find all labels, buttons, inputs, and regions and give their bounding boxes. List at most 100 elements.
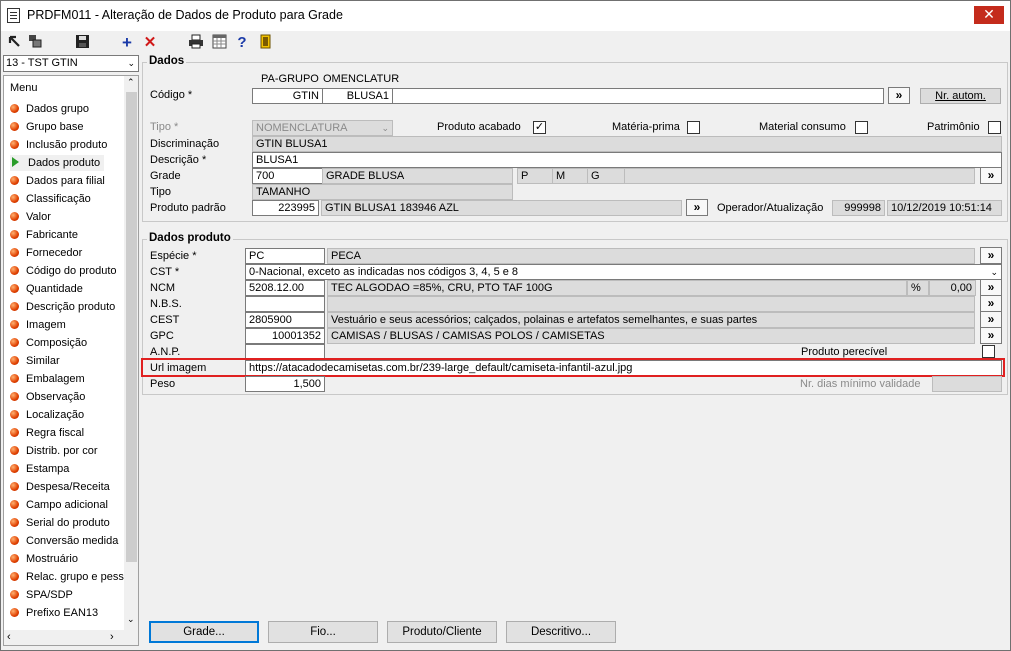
- toolbar: + ✕ ?: [1, 31, 1010, 55]
- codigo-part2-field[interactable]: BLUSA1: [322, 88, 393, 104]
- menu-item-label: Regra fiscal: [26, 427, 85, 439]
- descritivo-button[interactable]: Descritivo...: [506, 621, 616, 643]
- url-highlight-box: [141, 358, 1005, 377]
- menu-item[interactable]: Relac. grupo e pess: [10, 569, 124, 585]
- nbs-code-field[interactable]: [245, 296, 325, 312]
- menu-item[interactable]: Grupo base: [10, 119, 83, 135]
- menu-item[interactable]: Similar: [10, 353, 60, 369]
- help-icon[interactable]: ?: [233, 34, 251, 52]
- delete-icon[interactable]: ✕: [141, 34, 159, 52]
- patrimonio-label: Patrimônio: [927, 121, 980, 133]
- menu-item[interactable]: Estampa: [10, 461, 69, 477]
- scrollbar-thumb[interactable]: [126, 92, 137, 562]
- validade-field: [932, 376, 1002, 392]
- grade-button[interactable]: Grade...: [149, 621, 259, 643]
- descricao-field[interactable]: BLUSA1: [252, 152, 1002, 168]
- menu-item[interactable]: Classificação: [10, 191, 91, 207]
- grade-label: Grade: [150, 170, 181, 182]
- patrimonio-checkbox[interactable]: [988, 121, 1001, 134]
- material-consumo-checkbox[interactable]: [855, 121, 868, 134]
- scroll-right-icon[interactable]: ›: [110, 631, 114, 643]
- bullet-icon: [10, 230, 19, 239]
- company-select[interactable]: 13 - TST GTIN ⌄: [3, 55, 139, 72]
- menu-item[interactable]: Localização: [10, 407, 84, 423]
- menu-item[interactable]: Observação: [10, 389, 85, 405]
- materia-prima-checkbox[interactable]: [687, 121, 700, 134]
- menu-item[interactable]: Descrição produto: [10, 299, 115, 315]
- menu-item[interactable]: Prefixo EAN13: [10, 605, 98, 621]
- grade-code-field[interactable]: 700: [252, 168, 323, 184]
- print-icon[interactable]: [187, 34, 205, 52]
- menu-item[interactable]: Fornecedor: [10, 245, 82, 261]
- save-icon[interactable]: [73, 34, 91, 52]
- ncm-lookup-button[interactable]: »: [980, 279, 1002, 296]
- back-arrow-icon[interactable]: [5, 34, 23, 52]
- gpc-code-field[interactable]: 10001352: [245, 328, 325, 344]
- menu-item[interactable]: Dados grupo: [10, 101, 89, 117]
- ncm-code-field[interactable]: 5208.12.00: [245, 280, 325, 296]
- codigo-part1-field[interactable]: GTIN: [252, 88, 323, 104]
- menu-vertical-scrollbar[interactable]: ⌃ ⌄: [124, 76, 138, 630]
- menu-item-label: Dados grupo: [26, 103, 89, 115]
- bullet-icon: [10, 608, 19, 617]
- produto-cliente-button[interactable]: Produto/Cliente: [387, 621, 497, 643]
- menu-item[interactable]: Despesa/Receita: [10, 479, 110, 495]
- bullet-icon: [10, 338, 19, 347]
- menu-item[interactable]: Quantidade: [10, 281, 83, 297]
- window-title: PRDFM011 - Alteração de Dados de Produto…: [27, 8, 343, 22]
- bullet-icon: [10, 500, 19, 509]
- dados-produto-group-title: Dados produto: [147, 232, 233, 244]
- codigo-lookup-button[interactable]: »: [888, 87, 910, 104]
- menu-item-label: SPA/SDP: [26, 589, 73, 601]
- windows-icon[interactable]: [26, 34, 44, 52]
- gpc-lookup-button[interactable]: »: [980, 327, 1002, 344]
- menu-item[interactable]: Regra fiscal: [10, 425, 84, 441]
- fio-button[interactable]: Fio...: [268, 621, 378, 643]
- discriminacao-field[interactable]: GTIN BLUSA1: [252, 136, 1002, 152]
- scroll-up-icon[interactable]: ⌃: [127, 77, 135, 88]
- especie-code-field[interactable]: PC: [245, 248, 325, 264]
- close-button[interactable]: ✕: [974, 6, 1004, 24]
- cest-lookup-button[interactable]: »: [980, 311, 1002, 328]
- nr-autom-button[interactable]: Nr. autom.: [920, 88, 1001, 104]
- col-header-pa-grupo: PA-GRUPO: [261, 73, 319, 85]
- perecivel-checkbox[interactable]: [982, 345, 995, 358]
- cest-code-field[interactable]: 2805900: [245, 312, 325, 328]
- scroll-down-icon[interactable]: ⌄: [127, 614, 135, 625]
- menu-item-label: Mostruário: [26, 553, 78, 565]
- menu-item[interactable]: SPA/SDP: [10, 587, 73, 603]
- scroll-left-icon[interactable]: ‹: [7, 631, 11, 643]
- produto-padrao-lookup-button[interactable]: »: [686, 199, 708, 216]
- menu-item[interactable]: Conversão medida: [10, 533, 118, 549]
- menu-item[interactable]: Composição: [10, 335, 87, 351]
- menu-item[interactable]: Valor: [10, 209, 51, 225]
- cst-select[interactable]: 0-Nacional, exceto as indicadas nos códi…: [245, 264, 1002, 280]
- especie-lookup-button[interactable]: »: [980, 247, 1002, 264]
- menu-item[interactable]: Código do produto: [10, 263, 117, 279]
- codigo-part3-field[interactable]: [392, 88, 884, 104]
- calendar-icon[interactable]: [210, 34, 228, 52]
- menu-item[interactable]: Dados produto: [10, 155, 105, 171]
- menu-item[interactable]: Distrib. por cor: [10, 443, 98, 459]
- produto-padrao-code-field[interactable]: 223995: [252, 200, 319, 216]
- peso-field[interactable]: 1,500: [245, 376, 325, 392]
- nbs-lookup-button[interactable]: »: [980, 295, 1002, 312]
- bullet-icon: [10, 572, 19, 581]
- menu-item[interactable]: Mostruário: [10, 551, 78, 567]
- menu-item-label: Imagem: [26, 319, 66, 331]
- menu-item[interactable]: Campo adicional: [10, 497, 108, 513]
- exit-door-icon[interactable]: [257, 34, 275, 52]
- tipo-select[interactable]: NOMENCLATURA ⌄: [252, 120, 393, 136]
- menu-item[interactable]: Dados para filial: [10, 173, 105, 189]
- menu-horizontal-scrollbar[interactable]: ‹ ›: [4, 630, 138, 645]
- menu-item[interactable]: Imagem: [10, 317, 66, 333]
- menu-item[interactable]: Serial do produto: [10, 515, 110, 531]
- add-icon[interactable]: +: [118, 34, 136, 52]
- menu-item[interactable]: Fabricante: [10, 227, 78, 243]
- grade-lookup-button[interactable]: »: [980, 167, 1002, 184]
- operador-field: 999998: [832, 200, 885, 216]
- col-header-nomenclatura: OMENCLATUR: [323, 73, 400, 85]
- menu-item[interactable]: Embalagem: [10, 371, 85, 387]
- produto-acabado-checkbox[interactable]: ✓: [533, 121, 546, 134]
- menu-item[interactable]: Inclusão produto: [10, 137, 107, 153]
